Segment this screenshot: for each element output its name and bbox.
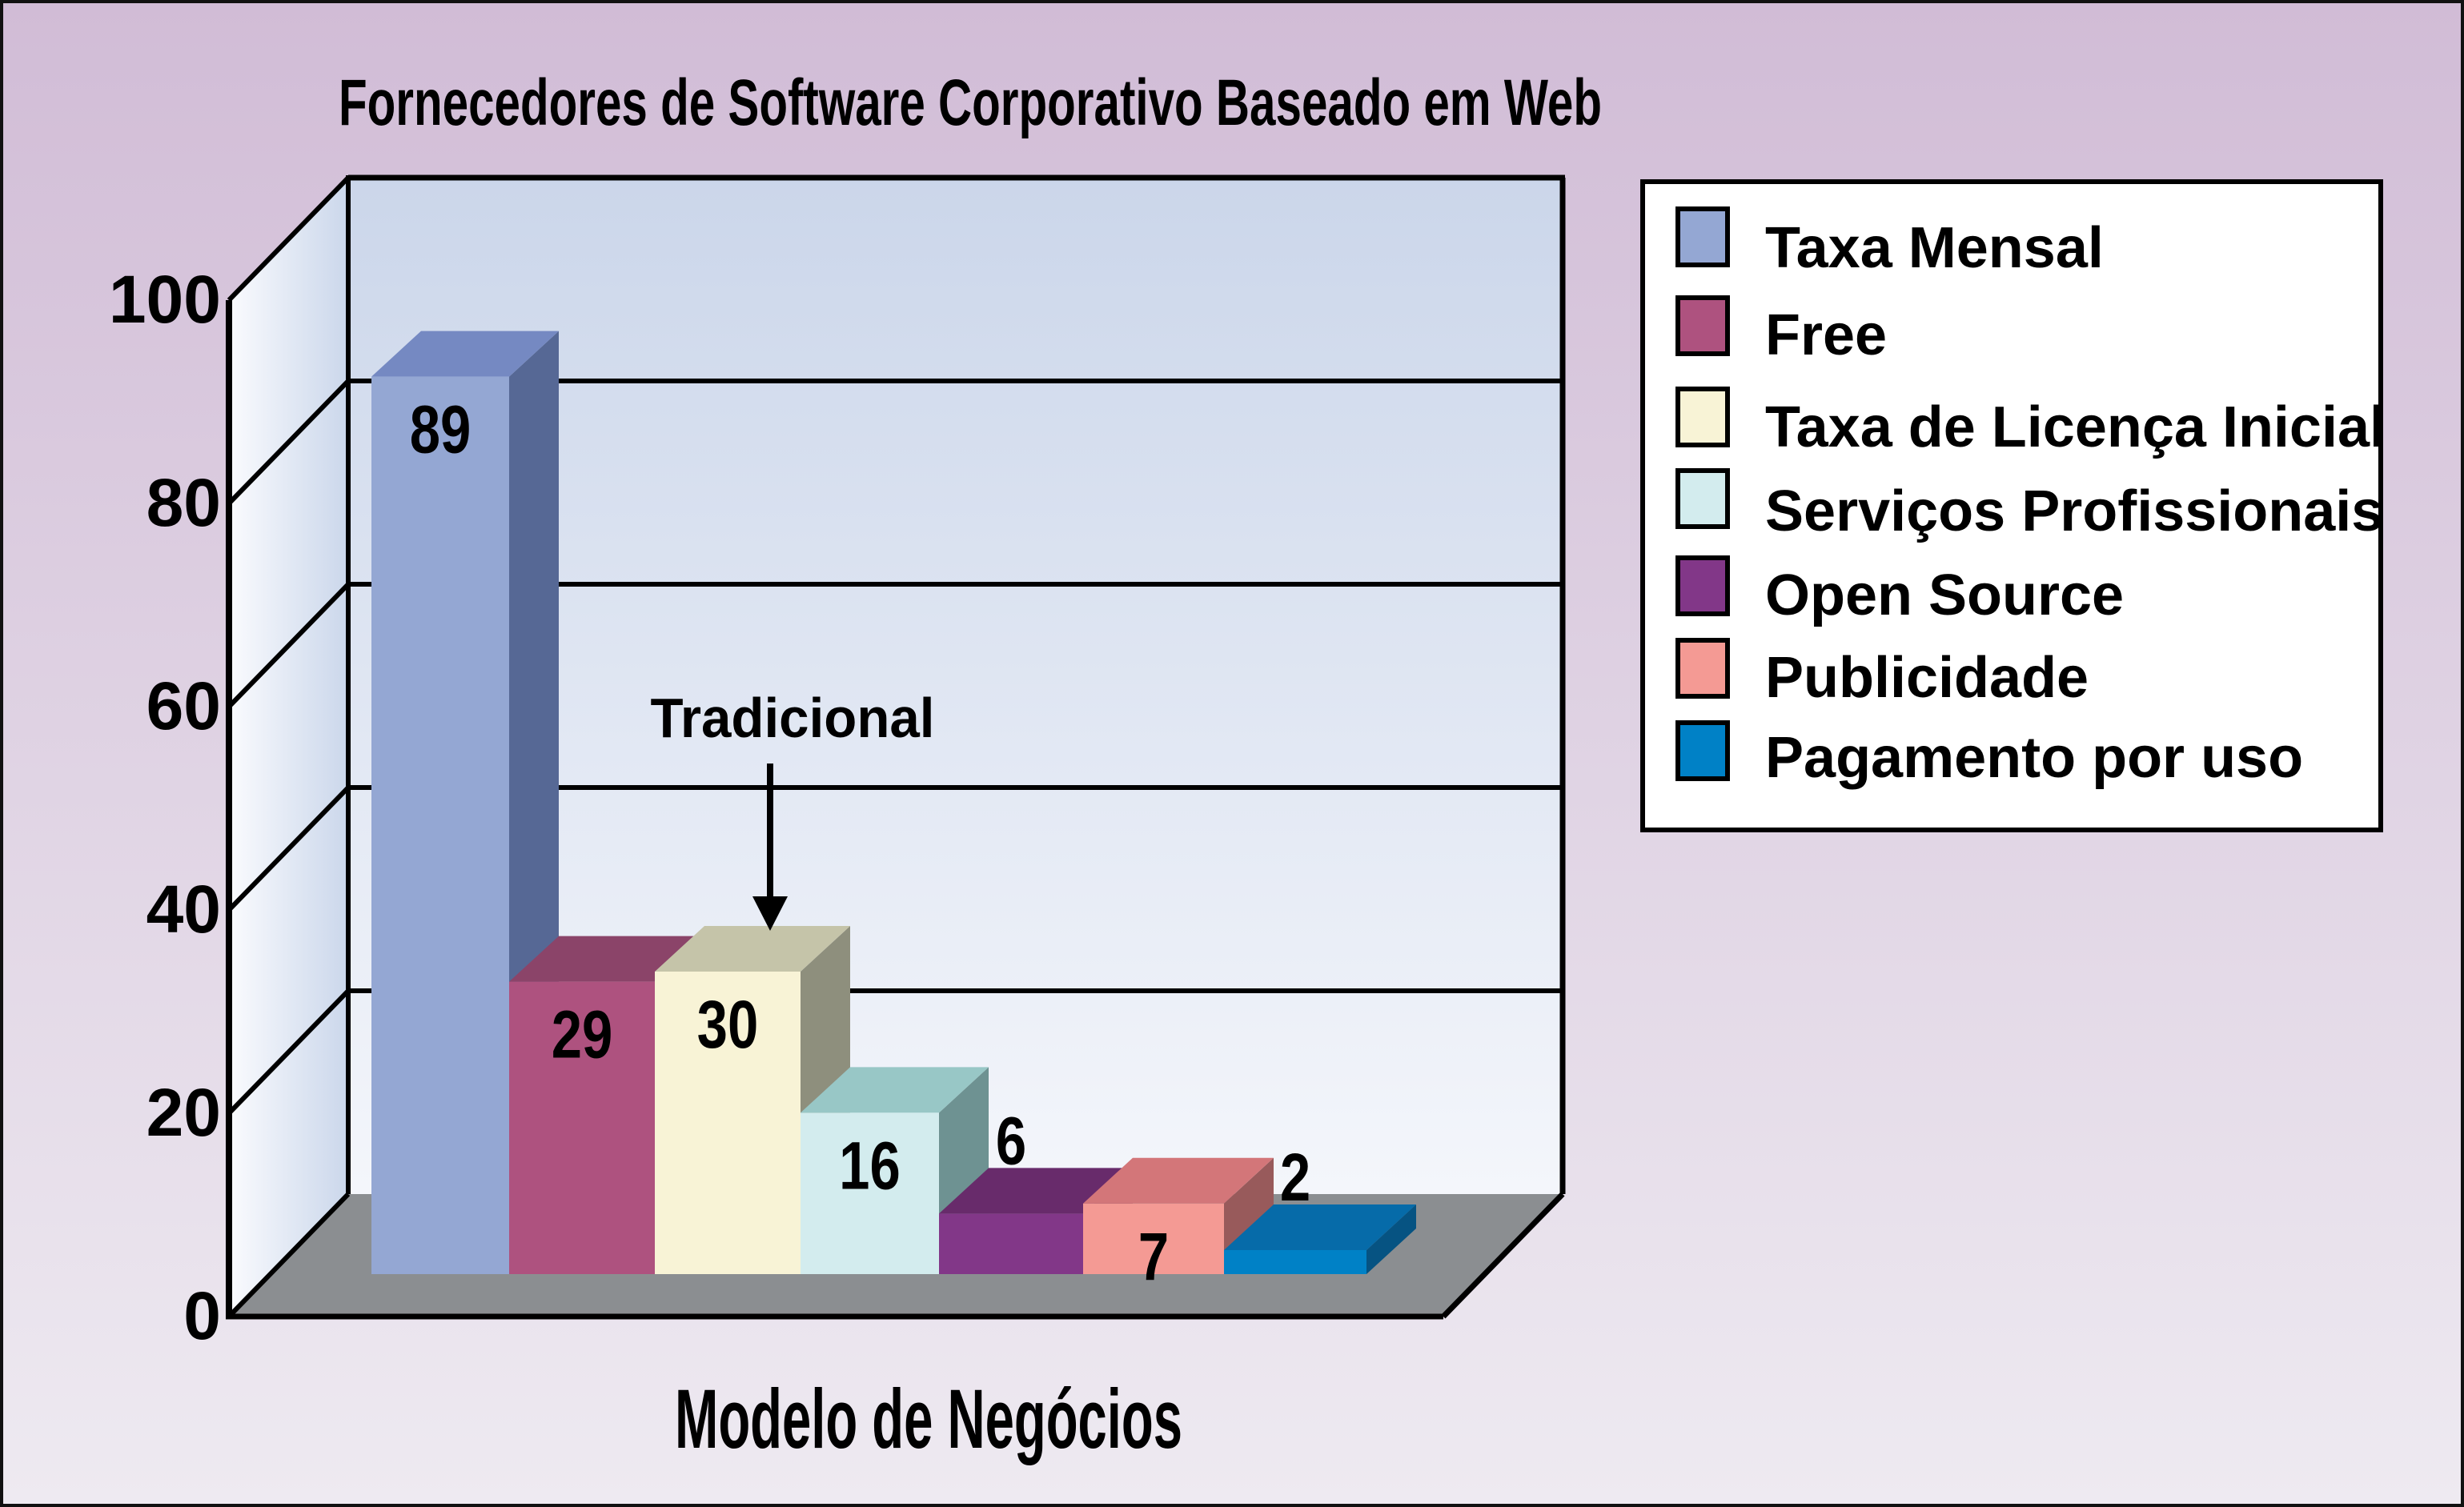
side-wall xyxy=(229,178,348,1317)
legend-swatch xyxy=(1675,295,1730,356)
y-tick-label: 0 xyxy=(183,1278,221,1353)
legend-label: Publicidade xyxy=(1765,646,2089,710)
data-label: 6 xyxy=(996,1104,1026,1179)
chart-canvas: 0 20 40 60 80 100 89 29 30 16 6 7 2 Fornecedores de… xyxy=(0,0,2464,1507)
legend-item: Pagamento por uso xyxy=(1675,720,2303,790)
legend-item: Serviços Profissionais xyxy=(1675,468,2383,543)
legend-label: Free xyxy=(1765,303,1887,367)
x-axis-label: Modelo de Negócios xyxy=(675,1373,1182,1466)
bar-front xyxy=(1224,1250,1366,1274)
y-tick-label: 80 xyxy=(146,465,221,540)
legend-swatch xyxy=(1675,387,1730,447)
legend-label: Taxa Mensal xyxy=(1765,216,2104,280)
data-label: 30 xyxy=(697,988,759,1063)
annotation-tradicional: Tradicional xyxy=(651,687,935,749)
legend-label: Open Source xyxy=(1765,563,2124,627)
legend-label: Pagamento por uso xyxy=(1765,726,2303,790)
legend-label: Serviços Profissionais xyxy=(1765,479,2383,543)
chart-title: Fornecedores de Software Corporativo Bas… xyxy=(339,66,1602,139)
legend-swatch xyxy=(1675,206,1730,267)
data-label: 16 xyxy=(839,1128,901,1204)
legend-label: Taxa de Licença Inicial xyxy=(1765,395,2386,459)
y-tick-label: 20 xyxy=(146,1075,221,1150)
legend: Taxa Mensal Free Taxa de Licença Inicial Se… xyxy=(1640,179,2386,832)
data-label: 29 xyxy=(552,997,613,1072)
y-tick-label: 40 xyxy=(146,872,221,947)
data-label: 89 xyxy=(410,392,472,467)
bar-front xyxy=(939,1213,1083,1274)
y-tick-label: 60 xyxy=(146,668,221,743)
data-label: 7 xyxy=(1138,1219,1169,1294)
y-tick-label: 100 xyxy=(109,262,221,337)
legend-swatch xyxy=(1675,638,1730,699)
legend-item: Taxa de Licença Inicial xyxy=(1675,387,2386,459)
legend-swatch xyxy=(1675,555,1730,616)
chart: 0 20 40 60 80 100 89 29 30 16 6 7 2 Fornecedores de… xyxy=(0,0,2464,1507)
legend-swatch xyxy=(1675,468,1730,529)
data-label: 2 xyxy=(1280,1140,1310,1216)
bar-front xyxy=(371,376,509,1275)
legend-swatch xyxy=(1675,720,1730,781)
